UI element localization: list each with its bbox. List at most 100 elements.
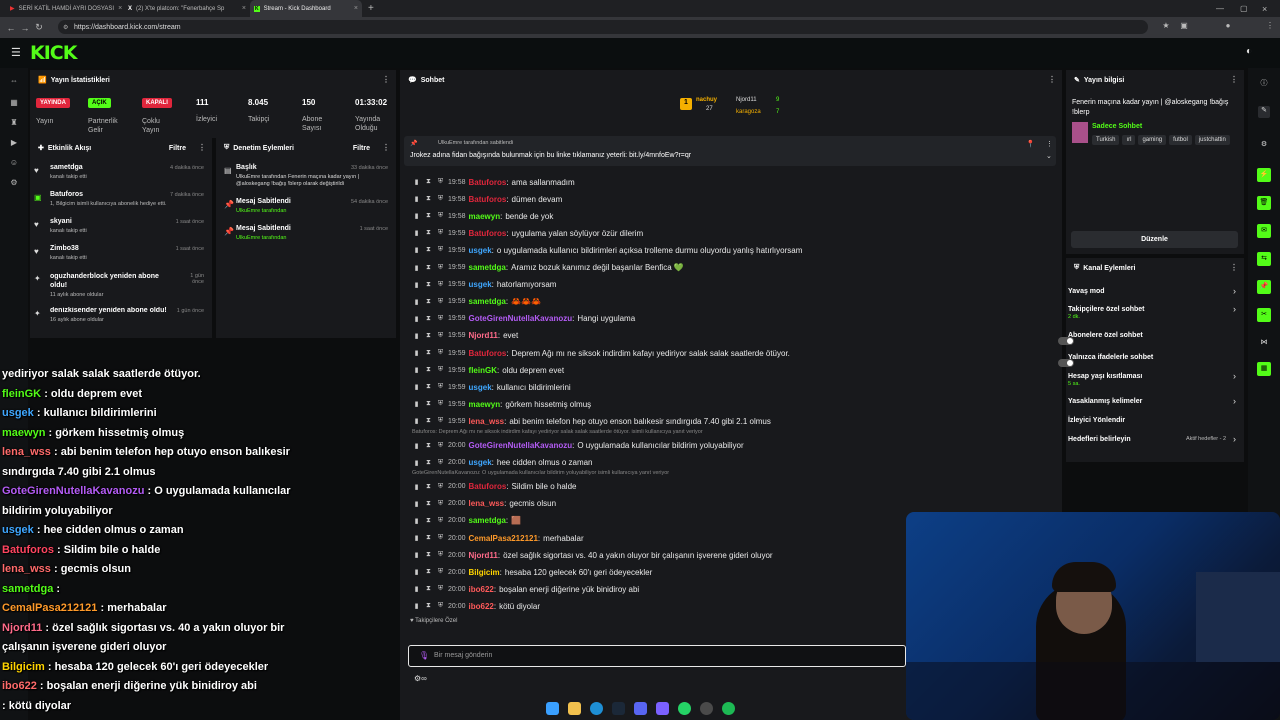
site-info-icon[interactable]: ⚙ (63, 24, 68, 31)
timeout-icon[interactable]: ⧗ (424, 212, 433, 220)
chat-message[interactable]: ▮ ⧗ ⛨ 19:59 lena_wss: abi benim telefon hep o… (412, 413, 771, 429)
extensions-icon[interactable]: ▣ (1178, 21, 1190, 33)
chat-message[interactable]: ▮ ⧗ ⛨ 20:00 ibo622: boşalan enerji diğerine y… (412, 581, 640, 597)
timeout-icon[interactable]: ⧗ (424, 551, 433, 559)
timeout-icon[interactable]: ⧗ (424, 246, 433, 254)
timeout-icon[interactable]: ⧗ (424, 315, 433, 323)
more-options-icon[interactable]: ⋮ (1046, 140, 1053, 148)
filter-button[interactable]: Filtre (353, 145, 370, 152)
timeout-icon[interactable]: ⧗ (424, 281, 433, 289)
chat-message[interactable]: ▮ ⧗ ⛨ 20:00 lena_wss: gecmis olsun (412, 496, 556, 512)
minimize-button[interactable]: — (1212, 0, 1232, 17)
more-options-icon[interactable]: ⋮ (382, 143, 390, 152)
ban-icon[interactable]: ⛨ (436, 517, 445, 525)
pin-message-icon[interactable]: ▮ (412, 246, 421, 254)
kick-logo[interactable]: KICK (30, 42, 77, 64)
chat-username[interactable]: Batuforos (469, 482, 507, 491)
ban-icon[interactable]: ⛨ (436, 400, 445, 408)
chat-username[interactable]: usgek (469, 280, 492, 289)
chat-message[interactable]: ▮ ⧗ ⛨ 19:59 Njord11: evet (412, 328, 519, 344)
chat-username[interactable]: fleinGK (469, 366, 497, 375)
timeout-icon[interactable]: ⧗ (424, 178, 433, 186)
ban-icon[interactable]: ⛨ (436, 212, 445, 220)
timeout-icon[interactable]: ⧗ (424, 229, 433, 237)
pin-message-icon[interactable]: ▮ (412, 281, 421, 289)
expand-icon[interactable]: ⇔ (8, 76, 20, 88)
chat-message[interactable]: ▮ ⧗ ⛨ 19:59 sametdga: Aramız bozuk kanımız de… (412, 260, 684, 276)
chat-username[interactable]: Batuforos (469, 229, 507, 238)
channel-action-row[interactable]: Hedefleri belirleyin Aktif hedefler - 2 › (1068, 434, 1244, 452)
forward-icon[interactable]: → (18, 23, 32, 33)
pin-message-icon[interactable]: ▮ (412, 551, 421, 559)
timeout-icon[interactable]: ⧗ (424, 459, 433, 467)
chat-message[interactable]: ▮ ⧗ ⛨ 19:58 maewyn: bende de yok (412, 208, 554, 224)
chat-message[interactable]: ▮ ⧗ ⛨ 19:59 sametdga: 🦀🦀🦀 (412, 294, 541, 310)
timeout-icon[interactable]: ⧗ (424, 534, 433, 542)
chat-username[interactable]: lena_wss (469, 417, 505, 426)
toggle-switch[interactable] (1058, 337, 1074, 345)
timeout-icon[interactable]: ⧗ (424, 483, 433, 491)
raid-icon[interactable]: ⇆ (1257, 252, 1271, 266)
close-tab-icon[interactable]: × (242, 5, 246, 12)
pin-message-icon[interactable]: ▮ (412, 602, 421, 610)
url-field[interactable]: ⚙ https://dashboard.kick.com/stream (58, 20, 1148, 34)
info-icon[interactable]: ⓘ (1258, 78, 1270, 90)
pin-message-icon[interactable]: ▮ (412, 568, 421, 576)
pin-icon[interactable]: 📌 (1257, 280, 1271, 294)
chat-message[interactable]: ▮ ⧗ ⛨ 19:59 GoteGirenNutellaKavanozu: Hangi u… (412, 311, 636, 327)
user-avatar-icon[interactable]: ◐ (1246, 46, 1252, 57)
ban-icon[interactable]: ⛨ (436, 459, 445, 467)
chat-message[interactable]: ▮ ⧗ ⛨ 19:59 maewyn: görkem hissetmiş olmuş (412, 396, 592, 412)
chat-username[interactable]: GoteGirenNutellaKavanozu (469, 441, 573, 450)
chat-message[interactable]: ▮ ⧗ ⛨ 19:59 Batuforos: uygulama yalan söylüyo… (412, 225, 644, 241)
chat-username[interactable]: Batuforos (469, 178, 507, 187)
maximize-button[interactable]: ▢ (1236, 0, 1256, 17)
chat-username[interactable]: ibo622 (469, 602, 494, 611)
file-explorer-icon[interactable] (568, 702, 581, 715)
ban-icon[interactable]: ⛨ (436, 483, 445, 491)
chat-settings-icon[interactable]: ⚙∞ (414, 674, 427, 683)
ban-icon[interactable]: ⛨ (436, 383, 445, 391)
chat-username[interactable]: CemalPasa212121 (469, 534, 538, 543)
ban-icon[interactable]: ⛨ (436, 195, 445, 203)
close-window-button[interactable]: × (1258, 0, 1278, 17)
ban-icon[interactable]: ⛨ (436, 500, 445, 508)
channel-action-row[interactable]: Yalnızca ifadelerle sohbet (1058, 354, 1244, 370)
ban-icon[interactable]: ⛨ (436, 298, 445, 306)
discord-icon[interactable] (634, 702, 647, 715)
reload-icon[interactable]: ↻ (32, 22, 46, 33)
timeout-icon[interactable]: ⧗ (424, 400, 433, 408)
pin-message-icon[interactable]: ▮ (412, 585, 421, 593)
edit-icon[interactable]: ✎ (1258, 106, 1270, 118)
pin-message-icon[interactable]: ▮ (412, 195, 421, 203)
timeout-icon[interactable]: ⧗ (424, 585, 433, 593)
ban-icon[interactable]: ⛨ (436, 585, 445, 593)
browser-menu-icon[interactable]: ⋮ (1264, 21, 1276, 33)
pin-message-icon[interactable]: ▮ (412, 534, 421, 542)
chat-username[interactable]: usgek (469, 383, 492, 392)
timeout-icon[interactable]: ⧗ (424, 500, 433, 508)
message-icon[interactable]: ✉ (1257, 224, 1271, 238)
chat-message[interactable]: ▮ ⧗ ⛨ 20:00 usgek: hee cidden olmus o zaman (412, 455, 593, 471)
ban-icon[interactable]: ⛨ (436, 442, 445, 450)
chat-username[interactable]: GoteGirenNutellaKavanozu (469, 314, 573, 323)
chat-username[interactable]: sametdga (469, 516, 506, 525)
channel-action-row[interactable]: Yasaklanmış kelimeler › (1068, 396, 1244, 414)
more-options-icon[interactable]: ⋮ (382, 75, 390, 84)
pin-message-icon[interactable]: ▮ (412, 400, 421, 408)
hamburger-menu-icon[interactable]: ☰ (11, 46, 21, 59)
pin-message-icon[interactable]: ▮ (412, 459, 421, 467)
chat-username[interactable]: usgek (469, 246, 492, 255)
ban-icon[interactable]: ⛨ (436, 229, 445, 237)
edge-icon[interactable] (590, 702, 603, 715)
pin-message-icon[interactable]: ▮ (412, 212, 421, 220)
pin-message-icon[interactable]: ▮ (412, 442, 421, 450)
whatsapp-icon[interactable] (678, 702, 691, 715)
more-options-icon[interactable]: ⋮ (198, 143, 206, 152)
chat-message[interactable]: ▮ ⧗ ⛨ 20:00 ibo622: kötü diyolar (412, 598, 540, 614)
ban-icon[interactable]: ⛨ (436, 332, 445, 340)
pin-message-icon[interactable]: ▮ (412, 366, 421, 374)
channel-action-row[interactable]: Takipçilere özel sohbet 2 dk. › (1068, 304, 1244, 322)
pin-message-icon[interactable]: ▮ (412, 264, 421, 272)
chat-username[interactable]: sametdga (469, 297, 506, 306)
